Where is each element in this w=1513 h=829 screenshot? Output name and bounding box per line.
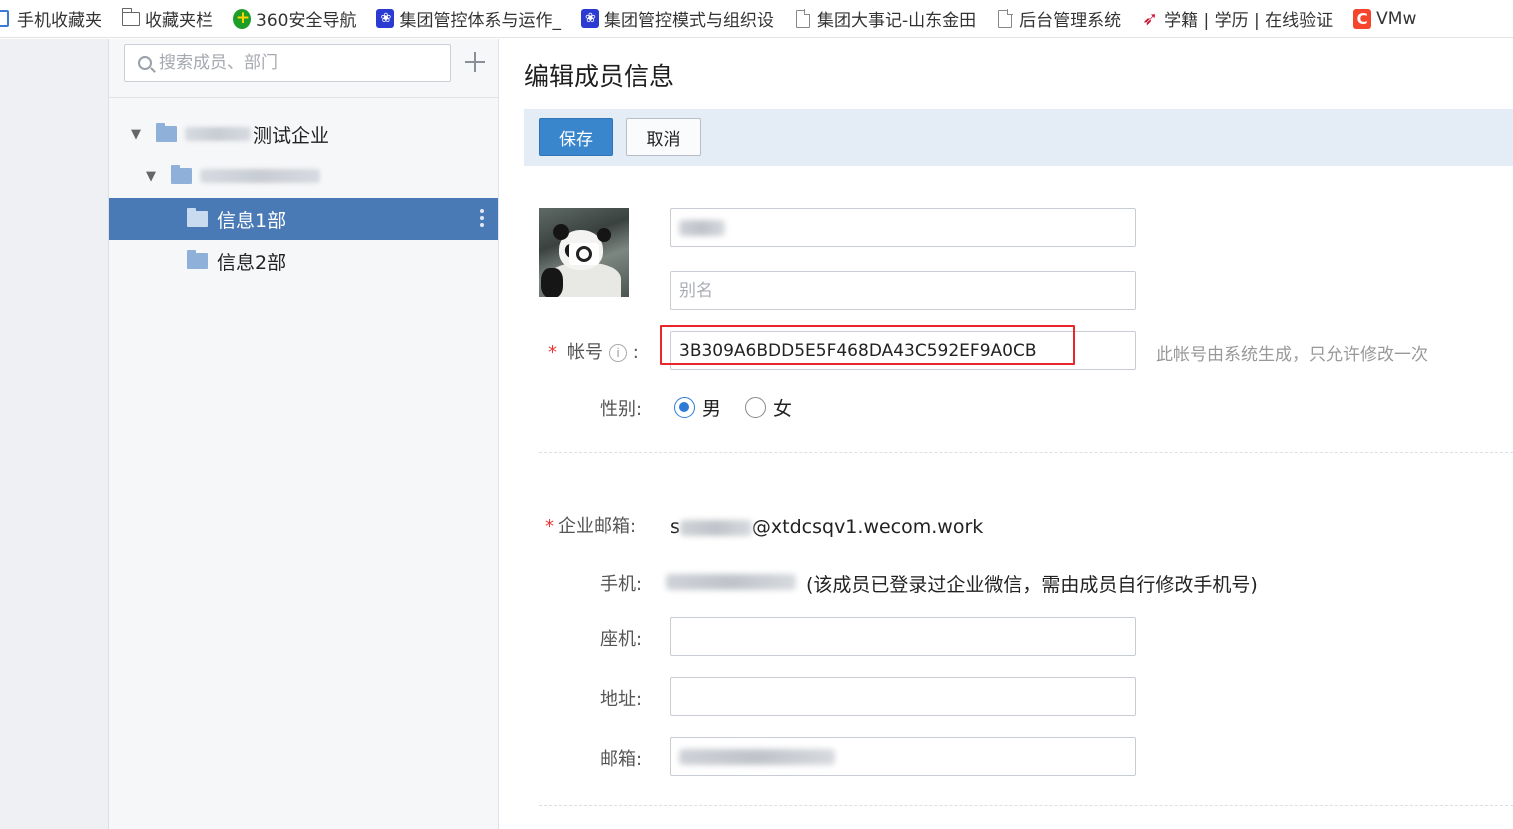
address-field[interactable] bbox=[670, 677, 1136, 716]
label-colon: : bbox=[627, 342, 639, 363]
redacted-text bbox=[666, 574, 796, 590]
required-asterisk: * bbox=[545, 516, 554, 537]
bookmark-group-control-mode[interactable]: 集团管控模式与组织设 bbox=[580, 6, 774, 31]
mobile-label: 手机: bbox=[600, 574, 643, 595]
bookmarks-bar: 手机收藏夹 收藏夹栏 360安全导航 集团管控体系与运作_ 集团管控模式与组织设… bbox=[0, 0, 1513, 38]
corp-email-label: 企业邮箱: bbox=[558, 516, 637, 537]
bookmark-admin-system[interactable]: 后台管理系统 bbox=[996, 6, 1121, 31]
bookmark-favorites-bar[interactable]: 收藏夹栏 bbox=[121, 6, 213, 31]
gender-male-label: 男 bbox=[702, 398, 722, 420]
folder-icon bbox=[121, 7, 140, 28]
camera-icon[interactable] bbox=[569, 243, 599, 265]
email-label: 邮箱: bbox=[600, 749, 643, 770]
bookmark-label: 集团管控体系与运作_ bbox=[399, 11, 561, 31]
account-value: 3B309A6BDD5E5F468DA43C592EF9A0CB bbox=[679, 340, 1037, 361]
360-icon bbox=[233, 8, 253, 29]
bookmark-label: 集团管控模式与组织设 bbox=[603, 11, 774, 31]
bookmark-group-events[interactable]: 集团大事记-山东金田 bbox=[794, 6, 976, 31]
bookmark-label: 学籍 | 学历 | 在线验证 bbox=[1164, 11, 1334, 31]
folder-icon bbox=[171, 165, 192, 184]
redacted-text bbox=[185, 127, 251, 141]
account-field[interactable]: 3B309A6BDD5E5F468DA43C592EF9A0CB bbox=[670, 331, 1136, 370]
bookmark-label: 手机收藏夹 bbox=[17, 11, 102, 31]
bookmark-group-control-system[interactable]: 集团管控体系与运作_ bbox=[376, 6, 561, 31]
required-asterisk: * bbox=[548, 342, 557, 363]
redacted-text bbox=[679, 748, 835, 765]
page-icon bbox=[794, 9, 812, 28]
folder-icon bbox=[187, 208, 208, 227]
caret-down-icon[interactable]: ▼ bbox=[144, 169, 158, 184]
baidu-paw-icon bbox=[580, 9, 600, 28]
corp-email-suffix: @xtdcsqv1.wecom.work bbox=[751, 516, 984, 538]
redacted-text bbox=[679, 219, 725, 236]
corp-email-prefix: s bbox=[670, 516, 680, 538]
page-icon bbox=[996, 9, 1014, 28]
tree-node-info-dept-2[interactable]: 信息2部 bbox=[109, 240, 498, 282]
bookmark-label: 后台管理系统 bbox=[1019, 11, 1122, 31]
tree-node-info-dept-1[interactable]: 信息1部 bbox=[109, 198, 498, 240]
corp-email-label-group: * 企业邮箱: bbox=[545, 512, 636, 538]
gender-female-radio[interactable] bbox=[745, 397, 767, 418]
email-field[interactable] bbox=[670, 737, 1136, 776]
more-options-icon[interactable] bbox=[480, 209, 484, 229]
baidu-paw-icon bbox=[376, 9, 395, 28]
account-hint: 此帐号由系统生成，只允许修改一次 bbox=[1156, 345, 1428, 365]
name-field[interactable] bbox=[670, 208, 1136, 247]
alias-field[interactable] bbox=[670, 271, 1136, 310]
info-icon[interactable]: i bbox=[609, 344, 627, 362]
landline-field[interactable] bbox=[670, 617, 1136, 656]
tree-node-enterprise[interactable]: ▼ 测试企业 bbox=[109, 113, 498, 155]
org-tree-panel: ▼ 测试企业 ▼ 信息1部 信息2部 bbox=[109, 39, 499, 829]
avatar-panda-ear bbox=[597, 228, 611, 242]
account-label-group: * 帐号 i : bbox=[548, 338, 639, 364]
left-gutter bbox=[0, 39, 109, 829]
gender-female-label: 女 bbox=[773, 398, 793, 420]
bookmark-360-nav[interactable]: 360安全导航 bbox=[233, 6, 356, 31]
search-icon bbox=[138, 56, 152, 70]
page-title: 编辑成员信息 bbox=[524, 62, 675, 91]
folder-icon bbox=[156, 123, 177, 142]
save-button[interactable]: 保存 bbox=[539, 118, 613, 156]
phone-icon bbox=[0, 10, 12, 28]
avatar[interactable] bbox=[539, 208, 629, 297]
add-icon[interactable] bbox=[462, 49, 488, 75]
bookmark-vmware[interactable]: C VMw bbox=[1353, 8, 1417, 29]
redacted-text bbox=[679, 519, 752, 536]
cancel-button[interactable]: 取消 bbox=[626, 118, 701, 156]
gender-radio-group: 男 女 bbox=[674, 394, 792, 421]
gender-label: 性别: bbox=[600, 399, 643, 420]
c-logo-icon: C bbox=[1353, 8, 1372, 29]
bookmark-chsi[interactable]: ➶ 学籍 | 学历 | 在线验证 bbox=[1141, 6, 1334, 32]
section-divider bbox=[539, 452, 1513, 453]
bookmark-label: 收藏夹栏 bbox=[145, 11, 213, 31]
bookmark-mobile-favorites[interactable]: 手机收藏夹 bbox=[0, 6, 102, 31]
avatar-panda-ear bbox=[553, 224, 569, 240]
bookmark-label: VMw bbox=[1376, 8, 1417, 29]
account-label: 帐号 bbox=[567, 342, 603, 363]
bookmark-label: 集团大事记-山东金田 bbox=[816, 11, 977, 31]
avatar-panda-arm bbox=[541, 268, 563, 297]
caret-down-icon[interactable]: ▼ bbox=[129, 127, 143, 142]
landline-label: 座机: bbox=[600, 629, 643, 650]
address-label: 地址: bbox=[600, 689, 643, 710]
search-box[interactable] bbox=[124, 44, 451, 82]
tree-node-label: 测试企业 bbox=[253, 124, 330, 147]
tree-node-subdept[interactable]: ▼ bbox=[109, 155, 498, 197]
gender-male-radio[interactable] bbox=[674, 397, 695, 418]
action-toolbar: 保存 取消 bbox=[524, 109, 1513, 166]
divider bbox=[109, 97, 499, 98]
chsi-icon: ➶ bbox=[1142, 7, 1159, 30]
main-content: 编辑成员信息 保存 取消 * 帐号 i : 3B309A6BDD5E5F468DA4… bbox=[499, 39, 1513, 829]
tree-node-label: 信息2部 bbox=[217, 251, 287, 274]
mobile-note: (该成员已登录过企业微信，需由成员自行修改手机号) bbox=[806, 574, 1258, 596]
corp-email-value: s @xtdcsqv1.wecom.work bbox=[670, 516, 983, 538]
tree-node-label: 信息1部 bbox=[217, 209, 287, 232]
redacted-text bbox=[200, 169, 320, 183]
bookmark-label: 360安全导航 bbox=[256, 11, 357, 31]
search-input[interactable] bbox=[159, 53, 439, 73]
section-divider bbox=[539, 805, 1513, 806]
folder-icon bbox=[187, 250, 208, 269]
